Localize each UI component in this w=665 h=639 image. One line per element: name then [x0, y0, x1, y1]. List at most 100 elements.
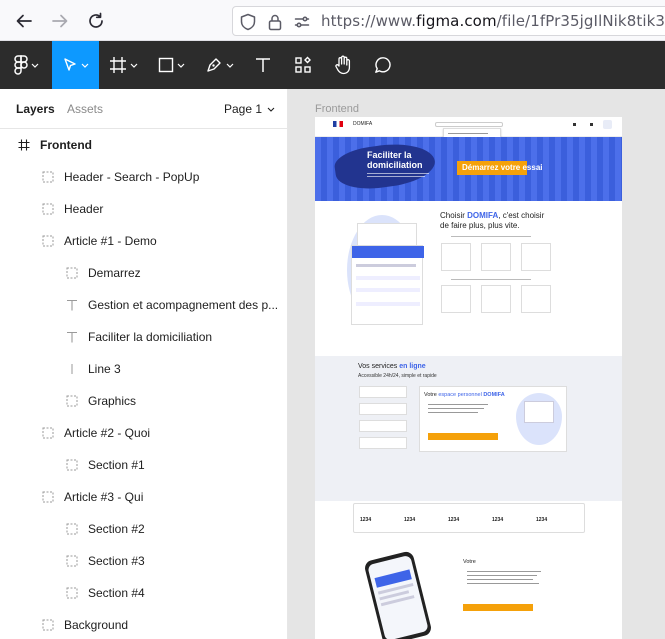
left-sidebar-panel: Layers Assets Page 1 Frontend Header - Se… — [0, 89, 288, 639]
layer-row[interactable]: Background — [0, 609, 287, 639]
marianne-flag-icon — [333, 121, 343, 127]
move-tool-button[interactable] — [52, 41, 99, 89]
chevron-down-icon — [177, 63, 184, 68]
tab-layers[interactable]: Layers — [16, 102, 55, 116]
layer-name: Section #2 — [88, 522, 145, 536]
group-dashed-icon — [64, 457, 80, 473]
layer-row[interactable]: Section #2 — [0, 513, 287, 545]
frame-hash-icon — [16, 137, 32, 153]
design-section-choose: Choisir DOMIFA, c'est choisir de faire p… — [315, 201, 622, 356]
group-dashed-icon — [40, 617, 56, 633]
frame-tool-button[interactable] — [99, 41, 147, 89]
rectangle-icon — [158, 57, 173, 73]
design-hero: Faciliter la domiciliation Démarrez votr… — [315, 137, 622, 201]
layer-row[interactable]: Demarrez — [0, 257, 287, 289]
layer-row[interactable]: Header — [0, 193, 287, 225]
design-feature-card — [481, 243, 511, 271]
design-brand: DOMIFA — [353, 121, 373, 127]
group-dashed-icon — [64, 265, 80, 281]
design-app-preview — [351, 245, 424, 325]
design-feature-card — [521, 285, 551, 313]
design-search-box — [435, 122, 503, 127]
layer-row[interactable]: Header - Search - PopUp — [0, 161, 287, 193]
design-stats-card: 1234 1234 1234 1234 1234 — [353, 503, 585, 533]
design-space-card: Votre espace personnel DOMIFA — [419, 386, 567, 452]
design-section-stats: 1234 1234 1234 1234 1234 — [315, 501, 622, 541]
design-choose-title-line2: de faire plus, plus vite. — [440, 221, 520, 230]
group-dashed-icon — [64, 393, 80, 409]
design-voice-title: Votre — [463, 559, 476, 565]
panel-tabs: Layers Assets Page 1 — [0, 89, 287, 129]
group-dashed-icon — [64, 553, 80, 569]
resources-tool-button[interactable] — [283, 41, 323, 89]
text-t-icon — [64, 329, 80, 345]
frame-hash-icon — [109, 57, 126, 73]
figma-logo-icon — [13, 55, 28, 75]
layer-name: Frontend — [40, 138, 92, 152]
layer-row[interactable]: Article #3 - Qui — [0, 481, 287, 513]
layer-row[interactable]: Line 3 — [0, 353, 287, 385]
text-tool-button[interactable] — [243, 41, 283, 89]
layer-row[interactable]: Section #1 — [0, 449, 287, 481]
text-t-icon — [64, 297, 80, 313]
group-dashed-icon — [40, 169, 56, 185]
layer-name: Background — [64, 618, 129, 632]
layer-name: Line 3 — [88, 362, 121, 376]
design-section-mobile: Votre — [315, 541, 622, 639]
design-mobile-cta — [463, 604, 533, 611]
layer-row[interactable]: Gestion et acompagnement des p... — [0, 289, 287, 321]
design-service-item — [359, 437, 407, 449]
design-hero-title-2: domiciliation — [367, 160, 423, 170]
comment-bubble-icon — [375, 57, 391, 73]
page-label: Page 1 — [224, 102, 263, 116]
forward-arrow-icon[interactable] — [49, 10, 71, 32]
reload-icon[interactable] — [85, 10, 107, 32]
layer-name: Header — [64, 202, 104, 216]
text-t-icon — [256, 58, 270, 72]
layer-row[interactable]: Section #4 — [0, 577, 287, 609]
layer-name: Section #4 — [88, 586, 145, 600]
layer-row[interactable]: Frontend — [0, 129, 287, 161]
components-icon — [295, 56, 311, 73]
group-dashed-icon — [64, 521, 80, 537]
tab-assets[interactable]: Assets — [67, 102, 103, 116]
canvas[interactable]: Frontend DOMIFA Faciliter la domiciliati… — [288, 89, 665, 639]
design-feature-card — [441, 243, 471, 271]
layer-name: Graphics — [88, 394, 137, 408]
back-arrow-icon[interactable] — [13, 10, 35, 32]
layer-name: Faciliter la domiciliation — [88, 330, 213, 344]
chevron-down-icon — [81, 63, 89, 68]
layer-row[interactable]: Article #2 - Quoi — [0, 417, 287, 449]
chevron-down-icon — [31, 63, 38, 68]
pen-tool-button[interactable] — [195, 41, 243, 89]
design-services-title: Vos services en ligne — [358, 363, 426, 370]
url-text[interactable]: https://www.figma.com/file/1fPr35jgIlNik… — [321, 12, 665, 30]
layer-row[interactable]: Article #1 - Demo — [0, 225, 287, 257]
group-dashed-icon — [40, 425, 56, 441]
design-service-item — [359, 420, 407, 432]
design-hero-title-1: Faciliter la — [367, 150, 412, 160]
design-services-sub: Accessible 24h/24, simple et rapide — [358, 373, 437, 379]
layer-row[interactable]: Section #3 — [0, 545, 287, 577]
shape-tool-button[interactable] — [147, 41, 195, 89]
design-header: DOMIFA — [315, 117, 622, 152]
main-menu-button[interactable] — [0, 41, 52, 89]
design-section-services: Vos services en ligne Accessible 24h/24,… — [315, 356, 622, 501]
permissions-icon[interactable] — [293, 13, 311, 31]
layer-name: Article #2 - Quoi — [64, 426, 151, 440]
frame-label[interactable]: Frontend — [315, 103, 359, 115]
layer-name: Gestion et acompagnement des p... — [88, 298, 279, 312]
group-dashed-icon — [40, 489, 56, 505]
address-bar[interactable]: https://www.figma.com/file/1fPr35jgIlNik… — [232, 6, 665, 36]
browser-toolbar: https://www.figma.com/file/1fPr35jgIlNik… — [0, 0, 665, 41]
layer-row[interactable]: Faciliter la domiciliation — [0, 321, 287, 353]
comment-tool-button[interactable] — [363, 41, 403, 89]
pen-icon — [206, 58, 221, 72]
layer-name: Header - Search - PopUp — [64, 170, 200, 184]
hand-tool-button[interactable] — [323, 41, 363, 89]
frontend-frame[interactable]: DOMIFA Faciliter la domiciliation Démarr… — [315, 117, 622, 639]
tracking-protection-shield-icon[interactable] — [239, 13, 257, 31]
lock-icon[interactable] — [266, 13, 284, 31]
layer-row[interactable]: Graphics — [0, 385, 287, 417]
page-selector[interactable]: Page 1 — [224, 102, 275, 116]
